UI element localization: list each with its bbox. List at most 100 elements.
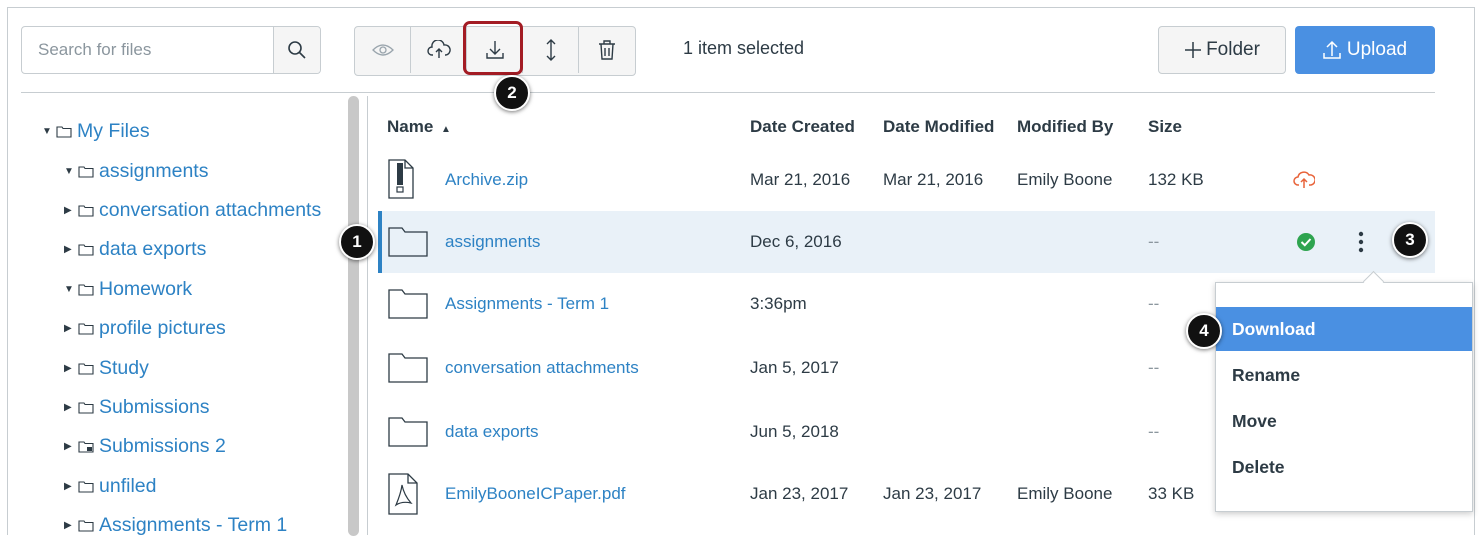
folder-icon <box>78 362 94 375</box>
menu-item-download[interactable]: Download <box>1216 307 1472 351</box>
cloud-publish-icon <box>426 40 451 58</box>
pane-divider <box>367 96 368 535</box>
tree-item-assignments[interactable]: ▼ assignments <box>42 151 348 190</box>
menu-item-rename[interactable]: Rename <box>1216 353 1472 397</box>
search-box <box>21 26 321 74</box>
column-header-name[interactable]: Name ▲ <box>387 117 451 137</box>
pdf-file-icon <box>388 473 418 515</box>
menu-item-move[interactable]: Move <box>1216 399 1472 443</box>
tree-item-study[interactable]: ▶ Study <box>42 348 348 387</box>
search-input[interactable] <box>22 27 273 73</box>
tree-item-label: unfiled <box>99 474 157 497</box>
file-name-link[interactable]: Assignments - Term 1 <box>445 273 609 335</box>
file-name-link[interactable]: EmilyBooneICPaper.pdf <box>445 463 626 525</box>
plus-icon <box>1185 42 1202 58</box>
upload-icon <box>1323 40 1341 59</box>
column-header-date-created[interactable]: Date Created <box>750 117 855 137</box>
tree-item-homework[interactable]: ▼ Homework <box>42 270 348 309</box>
download-button[interactable] <box>463 21 523 75</box>
date-created: Mar 21, 2016 <box>750 170 851 189</box>
tree-item-data-exports[interactable]: ▶ data exports <box>42 230 348 269</box>
publish-button[interactable] <box>411 27 467 73</box>
tree-item-label: Assignments - Term 1 <box>99 514 288 537</box>
toolbar-actions <box>354 21 636 76</box>
date-created: Jun 5, 2018 <box>750 422 839 441</box>
step-callout-2: 2 <box>494 75 530 111</box>
step-callout-3: 3 <box>1392 222 1428 258</box>
search-button[interactable] <box>273 27 320 73</box>
collapsed-caret-icon[interactable]: ▶ <box>64 441 76 452</box>
download-icon <box>485 41 504 59</box>
folder-icon <box>78 519 94 532</box>
tree-item-label: assignments <box>99 159 209 182</box>
collapsed-caret-icon[interactable]: ▶ <box>64 481 76 492</box>
delete-button[interactable] <box>579 27 635 73</box>
collapsed-caret-icon[interactable]: ▶ <box>64 323 76 334</box>
modified-by: Emily Boone <box>1017 170 1113 189</box>
folder-icon <box>78 401 94 414</box>
date-modified: Jan 23, 2017 <box>883 484 982 503</box>
folder-icon <box>388 417 428 447</box>
file-size: -- <box>1148 232 1160 251</box>
file-size: -- <box>1148 294 1160 313</box>
file-size: -- <box>1148 422 1160 441</box>
tree-item-submissions-2[interactable]: ▶ Submissions 2 <box>42 427 348 466</box>
search-icon <box>288 41 306 59</box>
file-size: 132 KB <box>1148 170 1204 189</box>
collapsed-caret-icon[interactable]: ▶ <box>64 205 76 216</box>
sort-ascending-icon: ▲ <box>441 124 451 135</box>
trash-icon <box>599 40 615 60</box>
add-folder-button[interactable]: Folder <box>1158 26 1286 74</box>
tree-item-conversation-attachments[interactable]: ▶ conversation attachments <box>42 191 348 230</box>
tree-item-label: Submissions <box>99 395 210 418</box>
expanded-caret-icon[interactable]: ▼ <box>64 166 76 177</box>
upload-button[interactable]: Upload <box>1295 26 1435 74</box>
modified-by: Emily Boone <box>1017 484 1113 503</box>
collapsed-caret-icon[interactable]: ▶ <box>64 520 76 531</box>
expanded-caret-icon[interactable]: ▼ <box>64 284 76 295</box>
tree-item-assignments-term-1[interactable]: ▶ Assignments - Term 1 <box>42 506 348 545</box>
tree-item-label: profile pictures <box>99 317 226 340</box>
collapsed-caret-icon[interactable]: ▶ <box>64 402 76 413</box>
file-size: -- <box>1148 358 1160 377</box>
folder-icon <box>78 165 94 178</box>
collapsed-caret-icon[interactable]: ▶ <box>64 363 76 374</box>
move-button[interactable] <box>523 27 579 73</box>
preview-button[interactable] <box>355 27 411 73</box>
folder-icon <box>78 283 94 296</box>
tree-scrollbar[interactable] <box>348 96 359 536</box>
date-created: 3:36pm <box>750 294 807 313</box>
locked-folder-icon <box>78 440 94 453</box>
date-created: Jan 23, 2017 <box>750 484 849 503</box>
table-row-selected[interactable]: assignments Dec 6, 2016 -- <box>378 211 1435 273</box>
file-name-link[interactable]: Archive.zip <box>445 149 528 211</box>
tree-item-my-files[interactable]: ▼ My Files <box>42 112 348 151</box>
menu-item-delete[interactable]: Delete <box>1216 445 1472 489</box>
unpublished-cloud-icon[interactable] <box>1293 149 1315 211</box>
file-name-link[interactable]: assignments <box>445 211 540 273</box>
folder-icon <box>78 480 94 493</box>
more-options-button[interactable] <box>1358 211 1364 273</box>
tree-item-submissions[interactable]: ▶ Submissions <box>42 388 348 427</box>
file-name-link[interactable]: conversation attachments <box>445 337 639 399</box>
table-row[interactable]: Archive.zip Mar 21, 2016 Mar 21, 2016 Em… <box>378 149 1435 211</box>
step-callout-4: 4 <box>1186 313 1222 349</box>
zip-file-icon <box>388 159 414 199</box>
column-header-date-modified[interactable]: Date Modified <box>883 117 994 137</box>
expanded-caret-icon[interactable]: ▼ <box>42 126 54 137</box>
file-name-link[interactable]: data exports <box>445 401 539 463</box>
folder-icon <box>78 322 94 335</box>
add-folder-label: Folder <box>1206 39 1260 60</box>
tree-item-unfiled[interactable]: ▶ unfiled <box>42 467 348 506</box>
collapsed-caret-icon[interactable]: ▶ <box>64 244 76 255</box>
folder-tree: ▼ My Files ▼ assignments ▶ conversation … <box>42 112 348 545</box>
kebab-menu-icon <box>1358 231 1364 253</box>
column-header-size[interactable]: Size <box>1148 117 1182 137</box>
tree-item-label: Homework <box>99 277 193 300</box>
column-header-modified-by[interactable]: Modified By <box>1017 117 1113 137</box>
upload-label: Upload <box>1346 39 1408 60</box>
folder-icon <box>78 243 94 256</box>
tree-item-label: data exports <box>99 238 207 261</box>
published-check-icon[interactable] <box>1296 211 1316 273</box>
tree-item-profile-pictures[interactable]: ▶ profile pictures <box>42 309 348 348</box>
